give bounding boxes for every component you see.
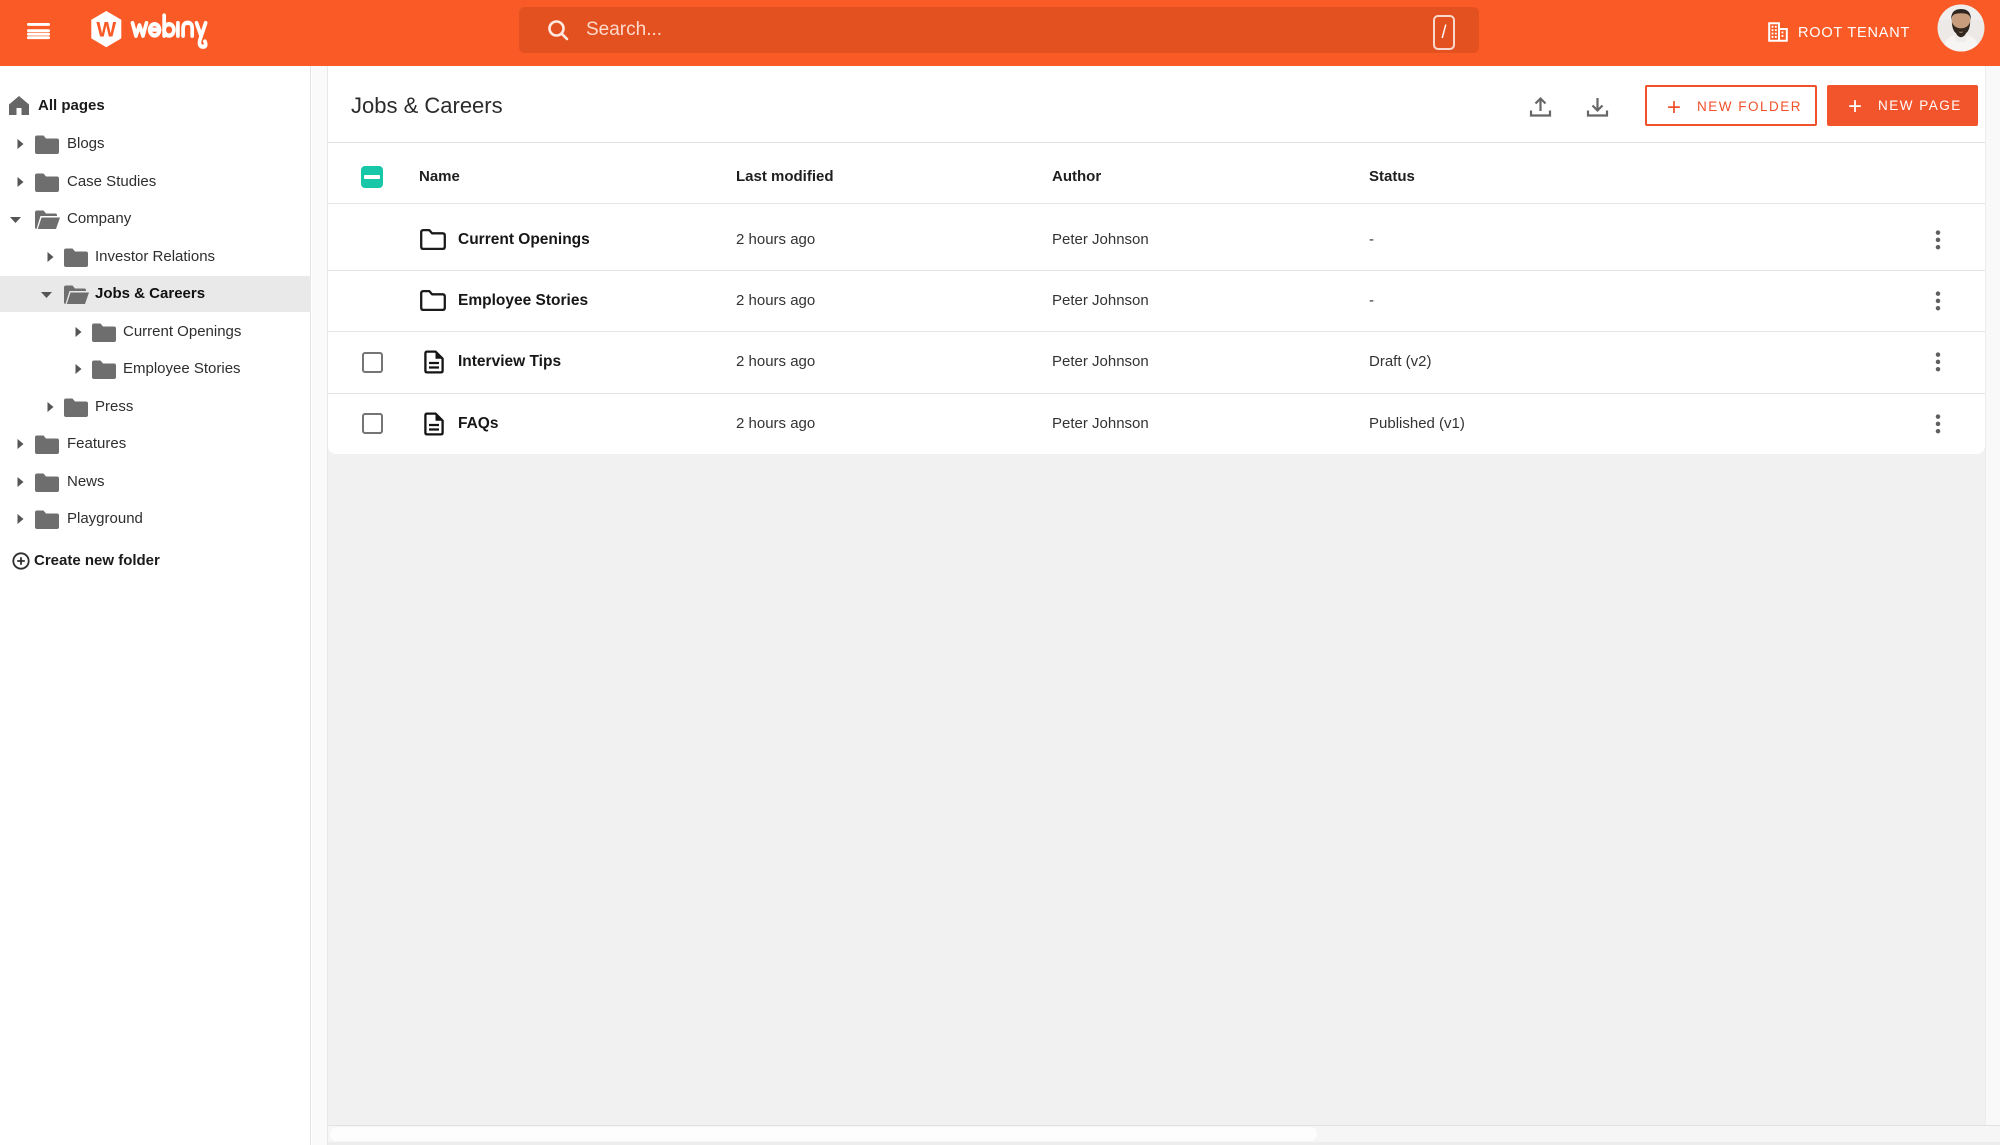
svg-text:W: W (96, 19, 116, 42)
